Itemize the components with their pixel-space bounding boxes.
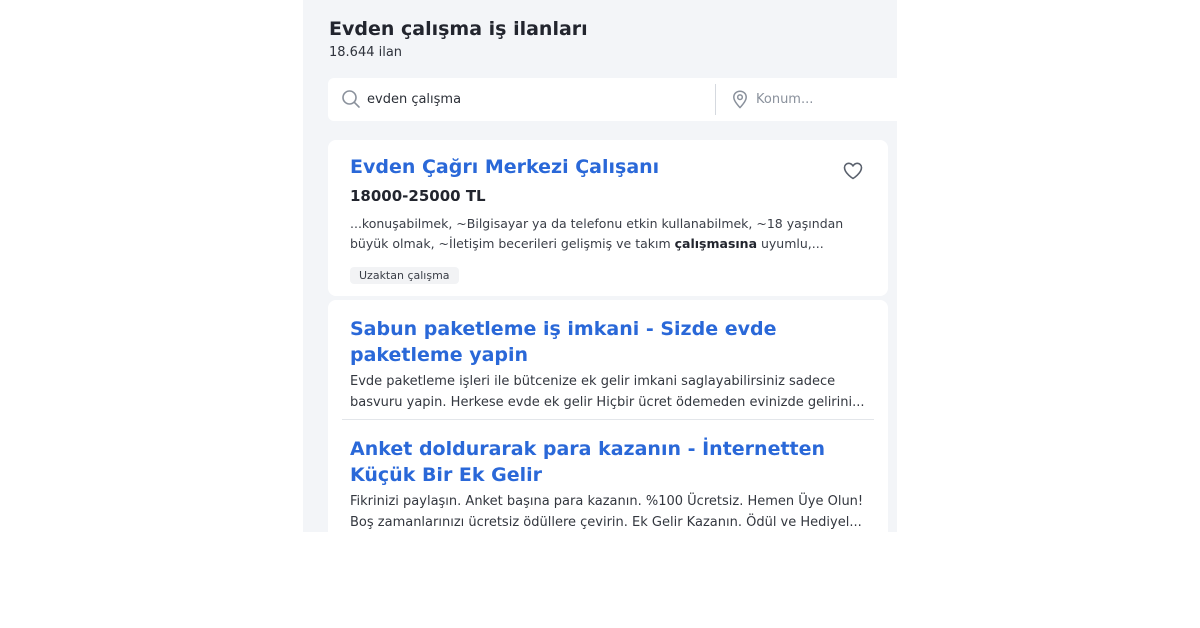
ad-description: Fikrinizi paylaşın. Anket başına para ka…: [350, 494, 864, 530]
job-title[interactable]: Evden Çağrı Merkezi Çalışanı: [350, 156, 659, 178]
search-divider: [715, 84, 716, 115]
ad-description: Evde paketleme işleri ile bütcenize ek g…: [350, 374, 865, 410]
ad-item[interactable]: Anket doldurarak para kazanın - İnternet…: [350, 436, 870, 532]
heart-icon[interactable]: [843, 162, 863, 180]
ad-divider: [342, 419, 874, 420]
snippet-text-end: uyumlu,...: [757, 236, 824, 251]
job-card[interactable]: Evden Çağrı Merkezi Çalışanı 18000-25000…: [328, 140, 888, 296]
snippet-highlight: çalışmasına: [674, 236, 757, 251]
job-search-panel: Evden çalışma iş ilanları 18.644 ilan Ev…: [303, 0, 897, 532]
page-title: Evden çalışma iş ilanları: [329, 18, 588, 40]
search-input[interactable]: [367, 89, 707, 110]
sponsored-ads: Sabun paketleme iş imkani - Sizde evde p…: [328, 300, 888, 532]
ad-title[interactable]: Sabun paketleme iş imkani - Sizde evde p…: [350, 316, 870, 368]
ad-title[interactable]: Anket doldurarak para kazanın - İnternet…: [350, 436, 870, 488]
job-count: 18.644 ilan: [329, 45, 403, 60]
location-pin-icon: [733, 90, 747, 109]
location-input[interactable]: [756, 89, 896, 110]
ad-item[interactable]: Sabun paketleme iş imkani - Sizde evde p…: [350, 316, 870, 413]
search-bar: [328, 78, 897, 121]
job-tag: Uzaktan çalışma: [350, 267, 459, 284]
job-snippet: ...konuşabilmek, ~Bilgisayar ya da telef…: [350, 214, 870, 254]
search-icon: [342, 90, 360, 108]
job-salary: 18000-25000 TL: [350, 187, 486, 205]
